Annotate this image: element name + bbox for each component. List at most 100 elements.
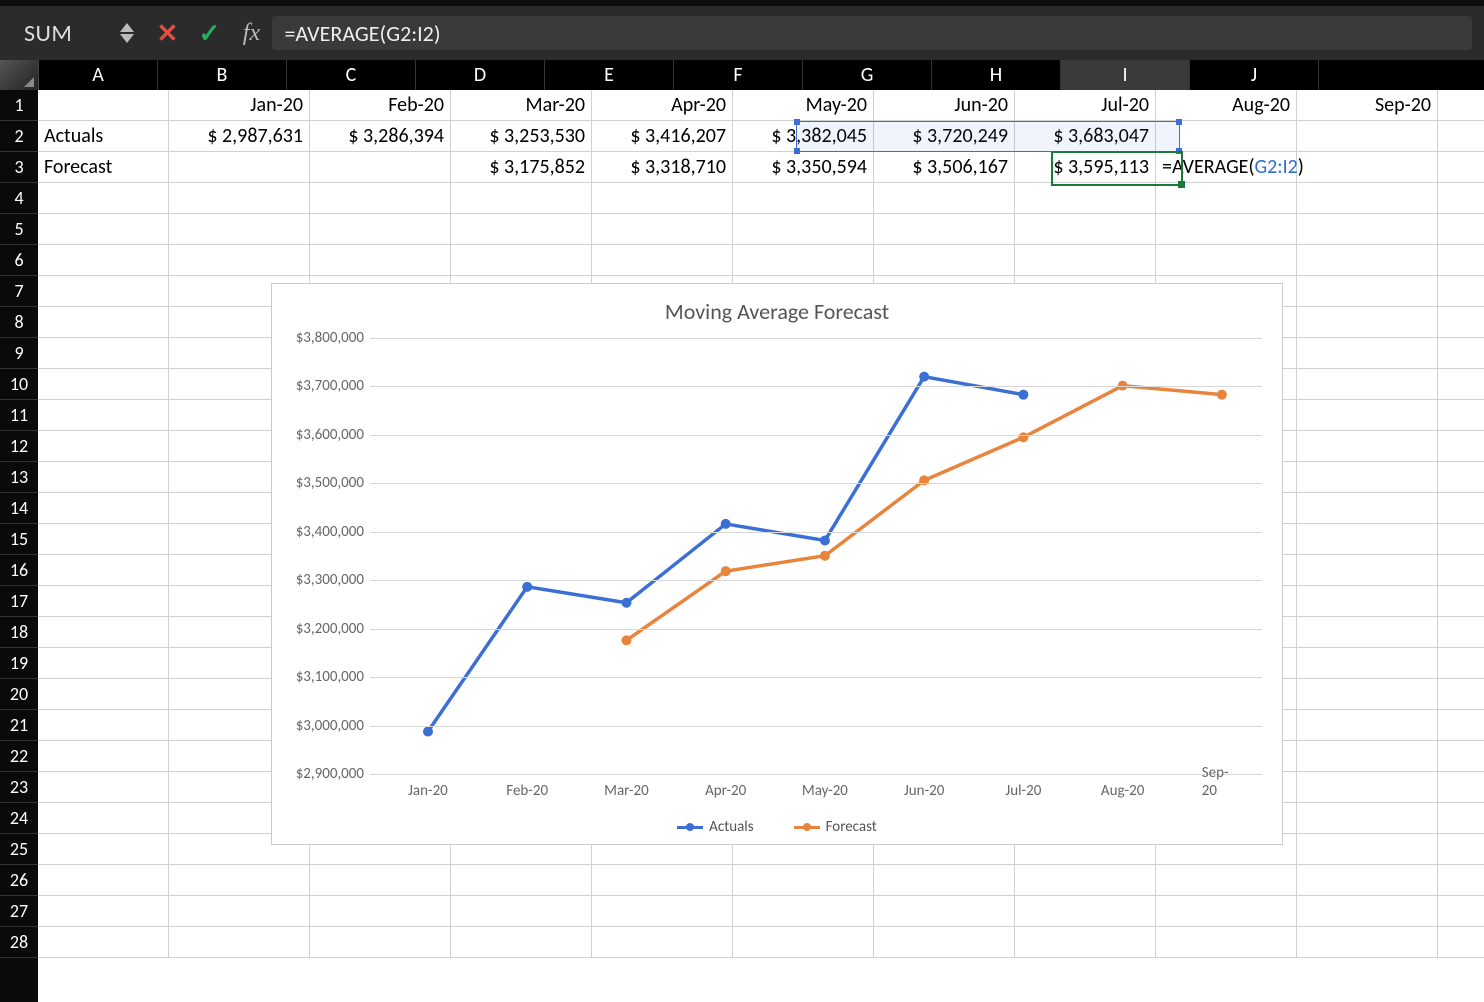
cell-J11[interactable] (1297, 400, 1438, 430)
row-header-13[interactable]: 13 (0, 462, 38, 493)
cell-A25[interactable] (38, 834, 169, 864)
cell-G27[interactable] (874, 896, 1015, 926)
cell-A26[interactable] (38, 865, 169, 895)
cell-H6[interactable] (1015, 245, 1156, 275)
cell-D3[interactable]: $ 3,175,852 (451, 152, 592, 182)
cell-F1[interactable]: May-20 (733, 90, 874, 120)
row-header-16[interactable]: 16 (0, 555, 38, 586)
cell-B1[interactable]: Jan-20 (169, 90, 310, 120)
cell-J1[interactable]: Sep-20 (1297, 90, 1438, 120)
cell-A3[interactable]: Forecast (38, 152, 169, 182)
cell-J28[interactable] (1297, 927, 1438, 957)
cell-A4[interactable] (38, 183, 169, 213)
cell-J10[interactable] (1297, 369, 1438, 399)
cell-A20[interactable] (38, 679, 169, 709)
cell-J18[interactable] (1297, 617, 1438, 647)
cell-C4[interactable] (310, 183, 451, 213)
row-header-5[interactable]: 5 (0, 214, 38, 245)
cell-J5[interactable] (1297, 214, 1438, 244)
row-header-19[interactable]: 19 (0, 648, 38, 679)
cell-A18[interactable] (38, 617, 169, 647)
cell-I28[interactable] (1156, 927, 1297, 957)
cell-J24[interactable] (1297, 803, 1438, 833)
row-header-3[interactable]: 3 (0, 152, 38, 183)
cell-A27[interactable] (38, 896, 169, 926)
row-header-20[interactable]: 20 (0, 679, 38, 710)
cell-F26[interactable] (733, 865, 874, 895)
fx-icon[interactable]: fx (230, 20, 272, 47)
cell-A9[interactable] (38, 338, 169, 368)
cell-A8[interactable] (38, 307, 169, 337)
cell-E4[interactable] (592, 183, 733, 213)
cells-area[interactable]: Jan-20Feb-20Mar-20Apr-20May-20Jun-20Jul-… (38, 90, 1484, 1002)
cell-J4[interactable] (1297, 183, 1438, 213)
cell-J8[interactable] (1297, 307, 1438, 337)
cell-B28[interactable] (169, 927, 310, 957)
column-header-F[interactable]: F (674, 60, 803, 90)
chevron-down-icon[interactable] (120, 34, 134, 43)
cell-D1[interactable]: Mar-20 (451, 90, 592, 120)
cell-A16[interactable] (38, 555, 169, 585)
row-header-2[interactable]: 2 (0, 121, 38, 152)
select-all-corner[interactable] (0, 60, 39, 90)
cell-B4[interactable] (169, 183, 310, 213)
cell-J14[interactable] (1297, 493, 1438, 523)
cell-A7[interactable] (38, 276, 169, 306)
cell-H3[interactable]: $ 3,595,113 (1015, 152, 1156, 182)
cell-G3[interactable]: $ 3,506,167 (874, 152, 1015, 182)
row-header-15[interactable]: 15 (0, 524, 38, 555)
cell-A2[interactable]: Actuals (38, 121, 169, 151)
cell-H5[interactable] (1015, 214, 1156, 244)
cell-D28[interactable] (451, 927, 592, 957)
cell-A17[interactable] (38, 586, 169, 616)
row-header-14[interactable]: 14 (0, 493, 38, 524)
cell-H26[interactable] (1015, 865, 1156, 895)
cell-F27[interactable] (733, 896, 874, 926)
cell-D27[interactable] (451, 896, 592, 926)
cell-C26[interactable] (310, 865, 451, 895)
cell-G2[interactable]: $ 3,720,249 (874, 121, 1015, 151)
row-header-6[interactable]: 6 (0, 245, 38, 276)
cell-E26[interactable] (592, 865, 733, 895)
cell-B26[interactable] (169, 865, 310, 895)
cell-J3[interactable] (1297, 152, 1438, 182)
column-header-C[interactable]: C (287, 60, 416, 90)
cell-A13[interactable] (38, 462, 169, 492)
cell-J2[interactable] (1297, 121, 1438, 151)
cell-G1[interactable]: Jun-20 (874, 90, 1015, 120)
chart-moving-average[interactable]: Moving Average Forecast $2,900,000$3,000… (271, 283, 1283, 845)
cell-J21[interactable] (1297, 710, 1438, 740)
cell-I1[interactable]: Aug-20 (1156, 90, 1297, 120)
column-header-D[interactable]: D (416, 60, 545, 90)
cell-I27[interactable] (1156, 896, 1297, 926)
row-header-11[interactable]: 11 (0, 400, 38, 431)
row-header-9[interactable]: 9 (0, 338, 38, 369)
column-header-I[interactable]: I (1061, 60, 1190, 90)
row-header-17[interactable]: 17 (0, 586, 38, 617)
column-header-J[interactable]: J (1190, 60, 1319, 90)
cell-C2[interactable]: $ 3,286,394 (310, 121, 451, 151)
cell-E28[interactable] (592, 927, 733, 957)
cell-B27[interactable] (169, 896, 310, 926)
row-header-8[interactable]: 8 (0, 307, 38, 338)
cell-F3[interactable]: $ 3,350,594 (733, 152, 874, 182)
cell-J13[interactable] (1297, 462, 1438, 492)
row-header-1[interactable]: 1 (0, 90, 38, 121)
cell-A22[interactable] (38, 741, 169, 771)
cell-H1[interactable]: Jul-20 (1015, 90, 1156, 120)
cell-A6[interactable] (38, 245, 169, 275)
cell-J22[interactable] (1297, 741, 1438, 771)
cell-G5[interactable] (874, 214, 1015, 244)
cell-C27[interactable] (310, 896, 451, 926)
cell-J25[interactable] (1297, 834, 1438, 864)
row-header-23[interactable]: 23 (0, 772, 38, 803)
cell-D2[interactable]: $ 3,253,530 (451, 121, 592, 151)
cell-J12[interactable] (1297, 431, 1438, 461)
cell-A5[interactable] (38, 214, 169, 244)
row-header-10[interactable]: 10 (0, 369, 38, 400)
cell-H27[interactable] (1015, 896, 1156, 926)
cell-F4[interactable] (733, 183, 874, 213)
cell-I5[interactable] (1156, 214, 1297, 244)
cell-J17[interactable] (1297, 586, 1438, 616)
cancel-formula-button[interactable]: ✕ (146, 17, 188, 49)
